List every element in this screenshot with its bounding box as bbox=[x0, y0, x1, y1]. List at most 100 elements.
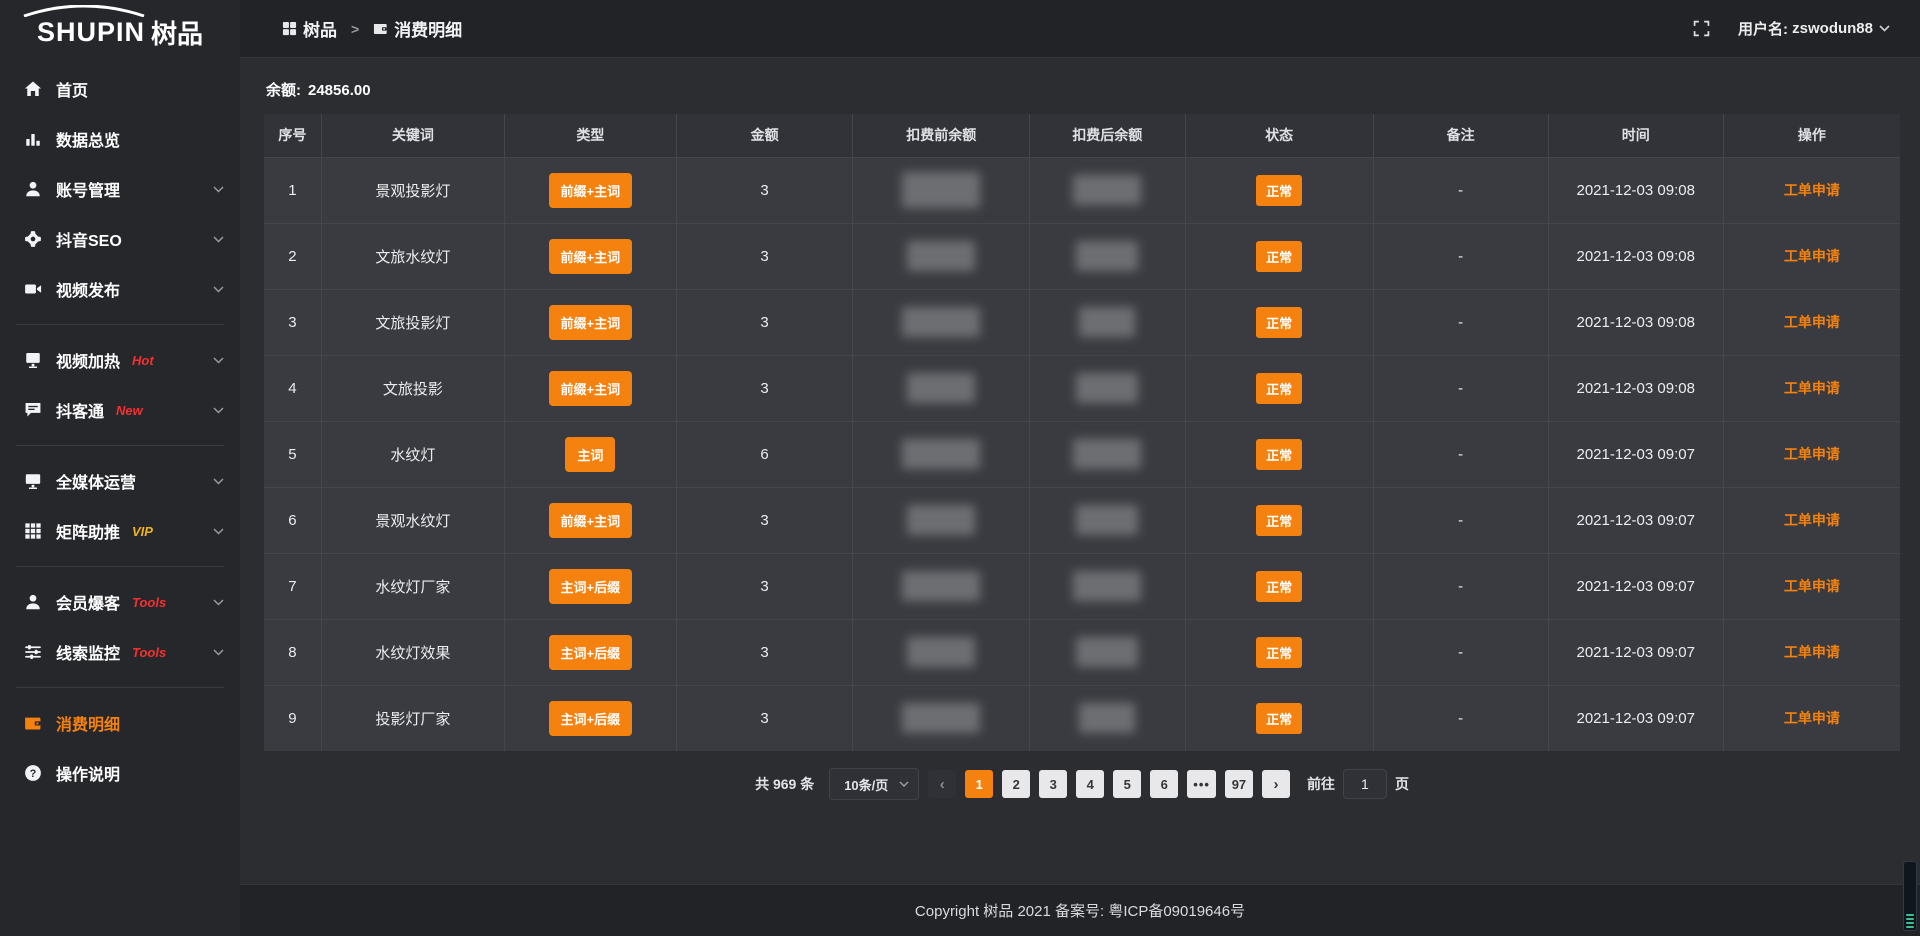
sidebar-item-video-publish[interactable]: 视频发布 bbox=[0, 264, 240, 314]
work-order-link[interactable]: 工单申请 bbox=[1784, 314, 1840, 330]
sidebar-item-label: 数据总览 bbox=[56, 127, 120, 151]
prev-page-button[interactable]: ‹ bbox=[928, 770, 956, 798]
cell-pre_balance bbox=[853, 355, 1030, 421]
jump-page-input[interactable] bbox=[1343, 769, 1387, 799]
cell-keyword: 景观投影灯 bbox=[321, 157, 504, 223]
cell-action: 工单申请 bbox=[1723, 553, 1900, 619]
cell-post_balance bbox=[1030, 355, 1185, 421]
cell-post_balance bbox=[1030, 157, 1185, 223]
column-header-post_balance: 扣费后余额 bbox=[1030, 114, 1185, 157]
cell-index: 7 bbox=[264, 553, 321, 619]
fullscreen-icon[interactable] bbox=[1693, 20, 1710, 37]
chevron-down-icon bbox=[1879, 25, 1890, 32]
work-order-link[interactable]: 工单申请 bbox=[1784, 578, 1840, 594]
status-badge: 正常 bbox=[1256, 175, 1302, 206]
sidebar-item-data-overview[interactable]: 数据总览 bbox=[0, 114, 240, 164]
cell-action: 工单申请 bbox=[1723, 355, 1900, 421]
cell-index: 6 bbox=[264, 487, 321, 553]
cell-index: 9 bbox=[264, 685, 321, 751]
column-header-keyword: 关键词 bbox=[321, 114, 504, 157]
cell-pre_balance bbox=[853, 553, 1030, 619]
page-button-5[interactable]: 5 bbox=[1113, 770, 1141, 798]
page-button-6[interactable]: 6 bbox=[1150, 770, 1178, 798]
chevron-down-icon bbox=[213, 236, 224, 243]
masked-balance bbox=[902, 703, 980, 733]
sidebar-item-label: 抖音SEO bbox=[56, 227, 122, 251]
work-order-link[interactable]: 工单申请 bbox=[1784, 710, 1840, 726]
table-row: 6景观水纹灯前缀+主词3正常-2021-12-03 09:07工单申请 bbox=[264, 487, 1900, 553]
table-row: 7水纹灯厂家主词+后缀3正常-2021-12-03 09:07工单申请 bbox=[264, 553, 1900, 619]
sidebar-item-account-management[interactable]: 账号管理 bbox=[0, 164, 240, 214]
balance-label: 余额: bbox=[266, 82, 301, 99]
wallet-icon bbox=[24, 714, 42, 732]
masked-balance bbox=[1076, 241, 1138, 271]
topbar-right: 用户名: zswodun88 bbox=[1693, 18, 1890, 39]
widget-bar bbox=[1906, 926, 1914, 928]
table-row: 8水纹灯效果主词+后缀3正常-2021-12-03 09:07工单申请 bbox=[264, 619, 1900, 685]
app-logo[interactable]: SHUPIN 树品 bbox=[0, 0, 240, 58]
work-order-link[interactable]: 工单申请 bbox=[1784, 380, 1840, 396]
balance-value: 24856.00 bbox=[308, 82, 371, 99]
masked-balance bbox=[907, 505, 975, 535]
page-button-97[interactable]: 97 bbox=[1225, 770, 1253, 798]
cell-action: 工单申请 bbox=[1723, 685, 1900, 751]
column-header-action: 操作 bbox=[1723, 114, 1900, 157]
sidebar-item-video-heating[interactable]: 视频加热Hot bbox=[0, 335, 240, 385]
page-button-2[interactable]: 2 bbox=[1002, 770, 1030, 798]
work-order-link[interactable]: 工单申请 bbox=[1784, 644, 1840, 660]
cell-keyword: 文旅投影灯 bbox=[321, 289, 504, 355]
page-jump: 前往 页 bbox=[1307, 769, 1409, 799]
sidebar-item-operation-guide[interactable]: ?操作说明 bbox=[0, 748, 240, 798]
table-header-row: 序号关键词类型金额扣费前余额扣费后余额状态备注时间操作 bbox=[264, 114, 1900, 157]
masked-balance bbox=[902, 307, 980, 337]
cell-type: 前缀+主词 bbox=[504, 223, 676, 289]
balance: 余额: 24856.00 bbox=[266, 79, 1900, 100]
cell-amount: 3 bbox=[676, 619, 853, 685]
chevron-down-icon bbox=[213, 599, 224, 606]
work-order-link[interactable]: 工单申请 bbox=[1784, 248, 1840, 264]
sidebar-item-douyin-seo[interactable]: 抖音SEO bbox=[0, 214, 240, 264]
wallet-icon bbox=[373, 21, 388, 36]
sidebar-item-home[interactable]: 首页 bbox=[0, 64, 240, 114]
type-badge: 前缀+主词 bbox=[549, 503, 633, 538]
work-order-link[interactable]: 工单申请 bbox=[1784, 446, 1840, 462]
status-badge: 正常 bbox=[1256, 439, 1302, 470]
cell-index: 8 bbox=[264, 619, 321, 685]
page-button-4[interactable]: 4 bbox=[1076, 770, 1104, 798]
page-button-3[interactable]: 3 bbox=[1039, 770, 1067, 798]
sidebar-divider bbox=[16, 445, 224, 446]
page-button-1[interactable]: 1 bbox=[965, 770, 993, 798]
cell-keyword: 水纹灯厂家 bbox=[321, 553, 504, 619]
sidebar-item-all-media-operation[interactable]: 全媒体运营 bbox=[0, 456, 240, 506]
breadcrumb-root[interactable]: 树品 bbox=[303, 16, 337, 41]
masked-balance bbox=[1076, 373, 1138, 403]
more-pages-button[interactable]: ••• bbox=[1187, 770, 1216, 798]
masked-balance bbox=[907, 373, 975, 403]
table-row: 2文旅水纹灯前缀+主词3正常-2021-12-03 09:08工单申请 bbox=[264, 223, 1900, 289]
masked-balance bbox=[1073, 571, 1141, 601]
cell-type: 前缀+主词 bbox=[504, 289, 676, 355]
user-menu[interactable]: 用户名: zswodun88 bbox=[1738, 18, 1890, 39]
page-size-value: 10条/页 bbox=[844, 775, 888, 794]
browser-extension-widget[interactable] bbox=[1903, 861, 1917, 931]
cell-status: 正常 bbox=[1185, 289, 1373, 355]
cell-remark: - bbox=[1373, 685, 1548, 751]
sidebar-item-clue-monitor[interactable]: 线索监控Tools bbox=[0, 627, 240, 677]
table-row: 9投影灯厂家主词+后缀3正常-2021-12-03 09:07工单申请 bbox=[264, 685, 1900, 751]
sidebar-item-consumption-detail[interactable]: 消费明细 bbox=[0, 698, 240, 748]
cell-status: 正常 bbox=[1185, 553, 1373, 619]
page-buttons: 123456 ••• 97 bbox=[965, 770, 1253, 798]
sidebar-item-matrix-boost[interactable]: 矩阵助推VIP bbox=[0, 506, 240, 556]
column-header-time: 时间 bbox=[1548, 114, 1723, 157]
grid-icon bbox=[24, 522, 42, 540]
chevron-down-icon bbox=[213, 357, 224, 364]
page-size-select[interactable]: 10条/页 bbox=[829, 768, 919, 800]
work-order-link[interactable]: 工单申请 bbox=[1784, 182, 1840, 198]
cell-status: 正常 bbox=[1185, 223, 1373, 289]
type-badge: 主词+后缀 bbox=[549, 701, 633, 736]
work-order-link[interactable]: 工单申请 bbox=[1784, 512, 1840, 528]
type-badge: 主词+后缀 bbox=[549, 635, 633, 670]
sidebar-item-douketong[interactable]: 抖客通New bbox=[0, 385, 240, 435]
next-page-button[interactable]: › bbox=[1262, 770, 1290, 798]
sidebar-item-member-burst[interactable]: 会员爆客Tools bbox=[0, 577, 240, 627]
